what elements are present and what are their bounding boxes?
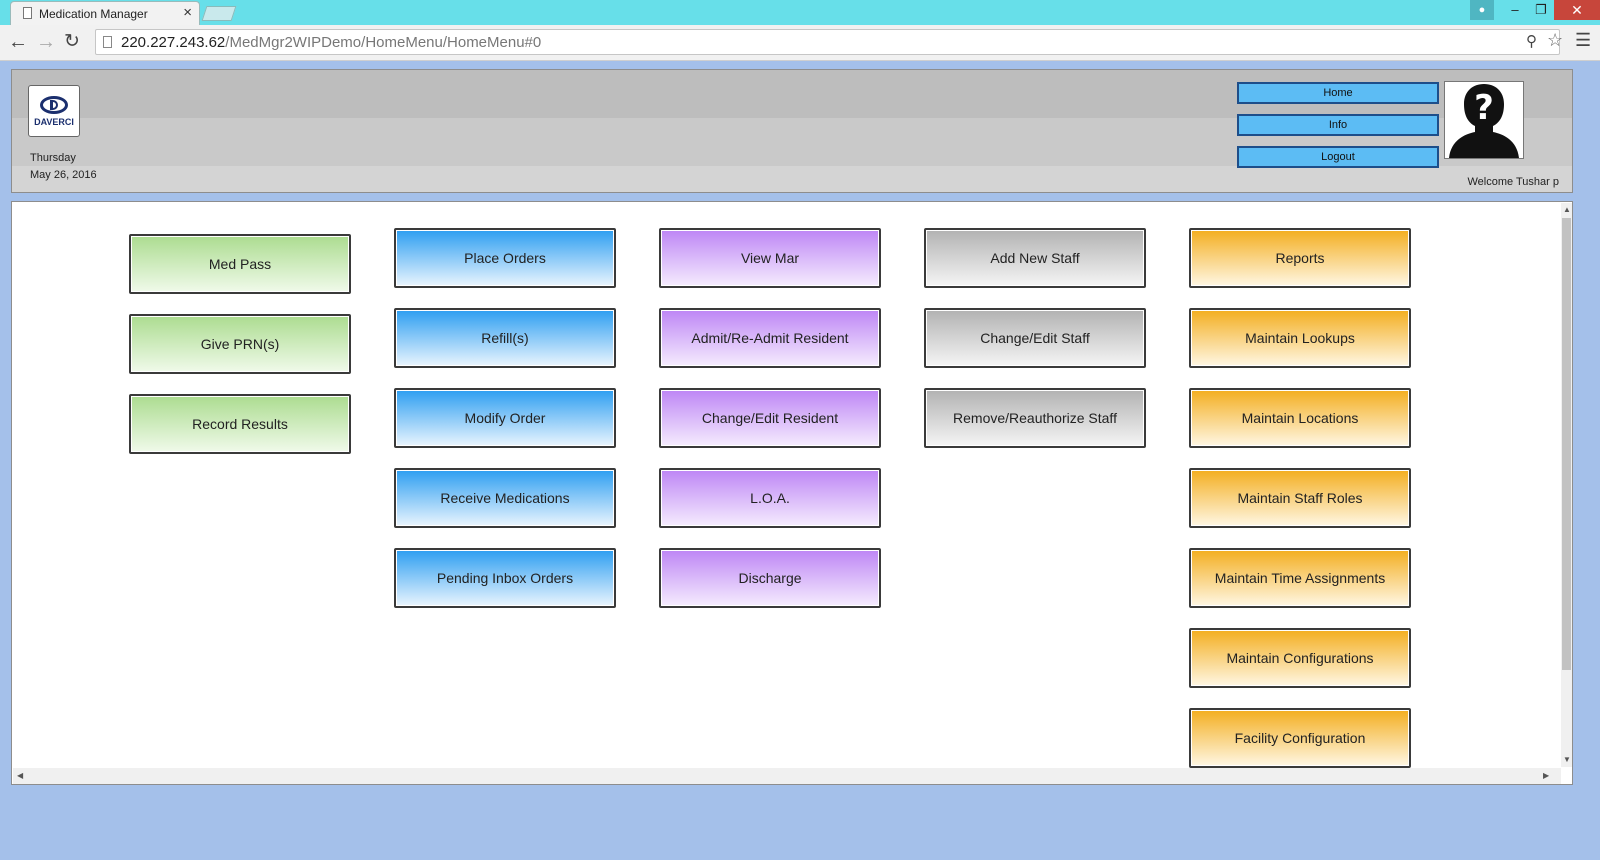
tab-close-icon[interactable]: × bbox=[183, 4, 192, 21]
url-path: /MedMgr2WIPDemo/HomeMenu/HomeMenu#0 bbox=[225, 34, 542, 51]
scroll-left-arrow-icon[interactable]: ◀ bbox=[17, 771, 23, 781]
current-date: May 26, 2016 bbox=[30, 169, 97, 181]
address-bar[interactable]: 220.227.243.62/MedMgr2WIPDemo/HomeMenu/H… bbox=[95, 29, 1563, 55]
vertical-scroll-thumb[interactable] bbox=[1562, 218, 1571, 670]
unknown-user-silhouette-icon: ? bbox=[1449, 84, 1519, 158]
browser-tab[interactable]: Medication Manager × bbox=[10, 1, 200, 25]
app-header: DAVERCI Thursday May 26, 2016 Home Info … bbox=[11, 69, 1573, 193]
daverci-logo: DAVERCI bbox=[28, 85, 80, 137]
logo-text: DAVERCI bbox=[34, 117, 74, 127]
change-edit-staff-button[interactable]: Change/Edit Staff bbox=[924, 308, 1146, 368]
scroll-up-arrow-icon[interactable]: ▲ bbox=[1563, 205, 1571, 215]
logout-button[interactable]: Logout bbox=[1237, 146, 1439, 168]
refills-button[interactable]: Refill(s) bbox=[394, 308, 616, 368]
place-orders-button[interactable]: Place Orders bbox=[394, 228, 616, 288]
minimize-button[interactable]: – bbox=[1502, 0, 1528, 20]
pending-inbox-orders-button[interactable]: Pending Inbox Orders bbox=[394, 548, 616, 608]
change-edit-resident-button[interactable]: Change/Edit Resident bbox=[659, 388, 881, 448]
maintain-staff-roles-button[interactable]: Maintain Staff Roles bbox=[1189, 468, 1411, 528]
med-pass-button[interactable]: Med Pass bbox=[129, 234, 351, 294]
scroll-down-arrow-icon[interactable]: ▼ bbox=[1563, 755, 1571, 765]
facility-configuration-button[interactable]: Facility Configuration bbox=[1189, 708, 1411, 768]
scroll-right-arrow-icon[interactable]: ▶ bbox=[1543, 771, 1549, 781]
receive-medications-button[interactable]: Receive Medications bbox=[394, 468, 616, 528]
svg-text:?: ? bbox=[1474, 88, 1494, 128]
forward-arrow-icon[interactable]: → bbox=[36, 29, 56, 55]
close-window-button[interactable]: ✕ bbox=[1554, 0, 1600, 20]
maintain-configurations-button[interactable]: Maintain Configurations bbox=[1189, 628, 1411, 688]
reports-button[interactable]: Reports bbox=[1189, 228, 1411, 288]
admit-readmit-resident-button[interactable]: Admit/Re-Admit Resident bbox=[659, 308, 881, 368]
modify-order-button[interactable]: Modify Order bbox=[394, 388, 616, 448]
give-prns-button[interactable]: Give PRN(s) bbox=[129, 314, 351, 374]
url-text[interactable]: 220.227.243.62/MedMgr2WIPDemo/HomeMenu/H… bbox=[121, 34, 541, 51]
info-button[interactable]: Info bbox=[1237, 114, 1439, 136]
maintain-time-assignments-button[interactable]: Maintain Time Assignments bbox=[1189, 548, 1411, 608]
reload-icon[interactable]: ↻ bbox=[64, 29, 80, 55]
add-new-staff-button[interactable]: Add New Staff bbox=[924, 228, 1146, 288]
hamburger-menu-icon[interactable]: ☰ bbox=[1575, 30, 1591, 51]
logo-mark-icon bbox=[40, 96, 68, 114]
zoom-icon[interactable]: ⚲ bbox=[1526, 32, 1537, 50]
view-mar-button[interactable]: View Mar bbox=[659, 228, 881, 288]
record-results-button[interactable]: Record Results bbox=[129, 394, 351, 454]
new-tab-button[interactable] bbox=[201, 6, 237, 21]
back-arrow-icon[interactable]: ← bbox=[8, 29, 28, 55]
star-icon[interactable]: ☆ bbox=[1547, 30, 1563, 51]
remove-reauthorize-staff-button[interactable]: Remove/Reauthorize Staff bbox=[924, 388, 1146, 448]
page-icon bbox=[23, 7, 32, 19]
maintain-locations-button[interactable]: Maintain Locations bbox=[1189, 388, 1411, 448]
vertical-scrollbar[interactable]: ▲ ▼ bbox=[1561, 203, 1572, 767]
user-profile-icon[interactable]: ● bbox=[1470, 0, 1494, 20]
horizontal-scrollbar[interactable]: ◀ ▶ bbox=[13, 768, 1561, 784]
home-button[interactable]: Home bbox=[1237, 82, 1439, 104]
main-menu-panel: Med Pass Give PRN(s) Record Results Plac… bbox=[11, 201, 1573, 785]
browser-title-bar: Medication Manager × ● – ❐ ✕ bbox=[0, 0, 1600, 25]
discharge-button[interactable]: Discharge bbox=[659, 548, 881, 608]
maintain-lookups-button[interactable]: Maintain Lookups bbox=[1189, 308, 1411, 368]
tab-title: Medication Manager bbox=[39, 7, 148, 21]
page-icon bbox=[103, 36, 112, 48]
loa-button[interactable]: L.O.A. bbox=[659, 468, 881, 528]
restore-button[interactable]: ❐ bbox=[1528, 0, 1554, 20]
url-host: 220.227.243.62 bbox=[121, 34, 226, 51]
avatar: ? bbox=[1444, 81, 1524, 159]
welcome-message: Welcome Tushar p bbox=[1467, 176, 1559, 188]
current-day: Thursday bbox=[30, 152, 76, 164]
browser-toolbar: ← → ↻ 220.227.243.62/MedMgr2WIPDemo/Home… bbox=[0, 25, 1600, 61]
